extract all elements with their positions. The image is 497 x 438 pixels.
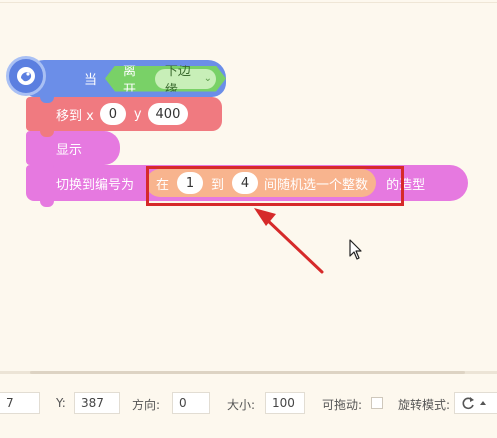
direction-label: 方向:: [132, 398, 161, 412]
x-field[interactable]: 7: [0, 392, 40, 414]
annotation-arrow: [254, 208, 324, 274]
draggable-checkbox[interactable]: [371, 397, 383, 409]
sprite-info-bar: 7 Y: 387 方向: 0 大小: 100 可拖动: 旋转模式:: [0, 386, 497, 438]
draggable-label: 可拖动:: [322, 398, 363, 412]
y-field-label: Y:: [56, 396, 66, 410]
rotate-all-around-icon: [462, 397, 486, 410]
horizontal-scrollbar-thumb[interactable]: [30, 371, 465, 374]
code-canvas[interactable]: 当 离开 下边缘 ⌄ 移到 x 0 y 400 显示 切换到编号为 在 1 到: [0, 0, 497, 372]
rotation-mode-dropdown[interactable]: [454, 392, 497, 414]
rotation-mode-label: 旋转模式:: [398, 398, 451, 412]
y-field[interactable]: 387: [74, 392, 120, 414]
size-label: 大小:: [227, 398, 256, 412]
mouse-pointer-icon: [349, 239, 362, 260]
size-field[interactable]: 100: [265, 392, 305, 414]
direction-field[interactable]: 0: [172, 392, 210, 414]
